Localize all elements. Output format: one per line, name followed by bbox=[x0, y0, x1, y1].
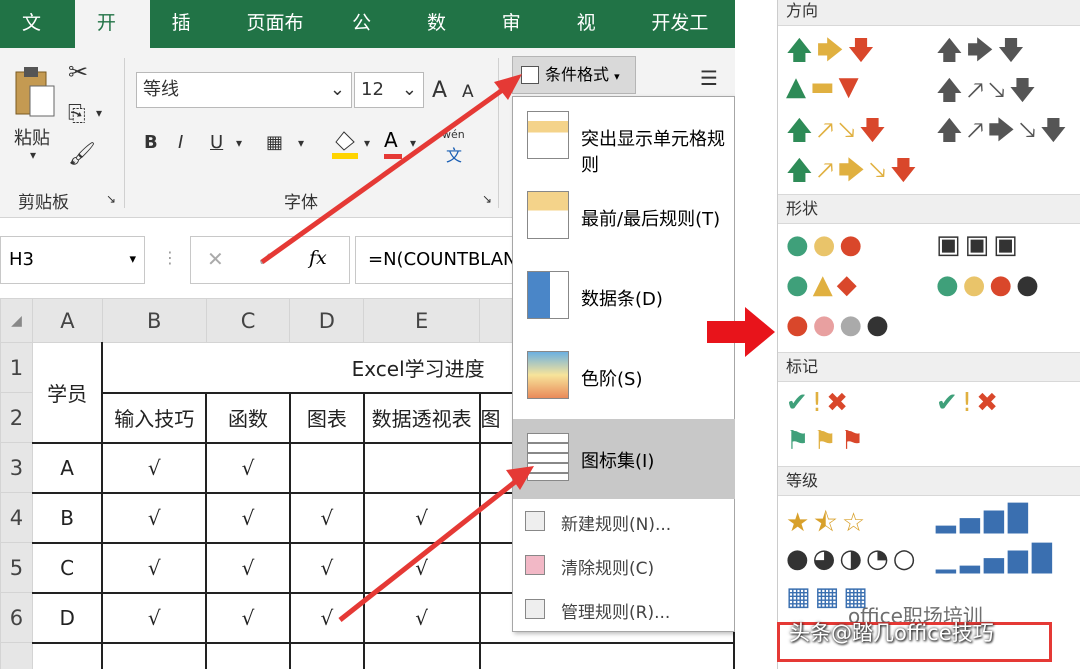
icon-set-traffic-lights[interactable]: ●●● bbox=[786, 230, 866, 260]
icon-set-traffic-lights-rimmed[interactable]: ▣▣▣ bbox=[936, 230, 1022, 260]
icon-set-direction-4[interactable]: 🡅🡕🡖🡇 bbox=[786, 112, 890, 156]
watermark-text: 头条@踏几office技巧 bbox=[789, 621, 994, 645]
excel-window: 文件 开始 插入 页面布局 公式 数据 审阅 视图 开发工具 粘贴 ▾ ✂ ⎘ … bbox=[0, 0, 735, 669]
icon-set-direction-5[interactable]: 🡅🡕🡆🡖🡇 bbox=[786, 152, 921, 196]
icon-set-symbols[interactable]: ✔!✖ bbox=[936, 388, 1002, 418]
icon-set-flags[interactable]: ⚑⚑⚑ bbox=[786, 426, 868, 456]
icon-set-triangles[interactable]: ▲▬▼ bbox=[786, 72, 863, 102]
icon-set-symbols-circled[interactable]: ✔!✖ bbox=[786, 388, 852, 418]
icon-set-direction-5-gray[interactable]: 🡅🡕🡆🡖🡇 bbox=[936, 112, 1071, 156]
section-header-direction: 方向 bbox=[778, 0, 1080, 26]
icon-set-signs[interactable]: ●▲◆ bbox=[786, 270, 861, 300]
icon-set-traffic-lights-4[interactable]: ●●●● bbox=[936, 270, 1043, 300]
icon-set-direction-3-gray[interactable]: 🡅🡆🡇 bbox=[936, 32, 1028, 76]
icon-set-stars[interactable]: ★⯪☆ bbox=[786, 504, 869, 548]
icon-set-quarters[interactable]: ●◕◑◔○ bbox=[786, 544, 919, 574]
icon-set-direction-3[interactable]: 🡅🡆🡇 bbox=[786, 32, 878, 76]
annotation-arrows bbox=[260, 74, 534, 622]
icon-set-bars-4[interactable]: ▂▄▆█ bbox=[936, 504, 1032, 534]
icon-set-bars-5[interactable]: ▁▂▄▆█ bbox=[936, 544, 1056, 574]
icon-set-direction-4-gray[interactable]: 🡅🡕🡖🡇 bbox=[936, 72, 1040, 116]
icon-set-red-to-black[interactable]: ●●●● bbox=[786, 310, 893, 340]
section-header-shapes: 形状 bbox=[778, 194, 1080, 224]
right-arrow-icon bbox=[707, 307, 775, 357]
icon-sets-panel: 方向 🡅🡆🡇 🡅🡆🡇 ▲▬▼ 🡅🡕🡖🡇 🡅🡕🡖🡇 🡅🡕🡆🡖🡇 🡅🡕🡆🡖🡇 形状 … bbox=[777, 0, 1080, 669]
section-header-ratings: 等级 bbox=[778, 466, 1080, 496]
section-header-indicators: 标记 bbox=[778, 352, 1080, 382]
